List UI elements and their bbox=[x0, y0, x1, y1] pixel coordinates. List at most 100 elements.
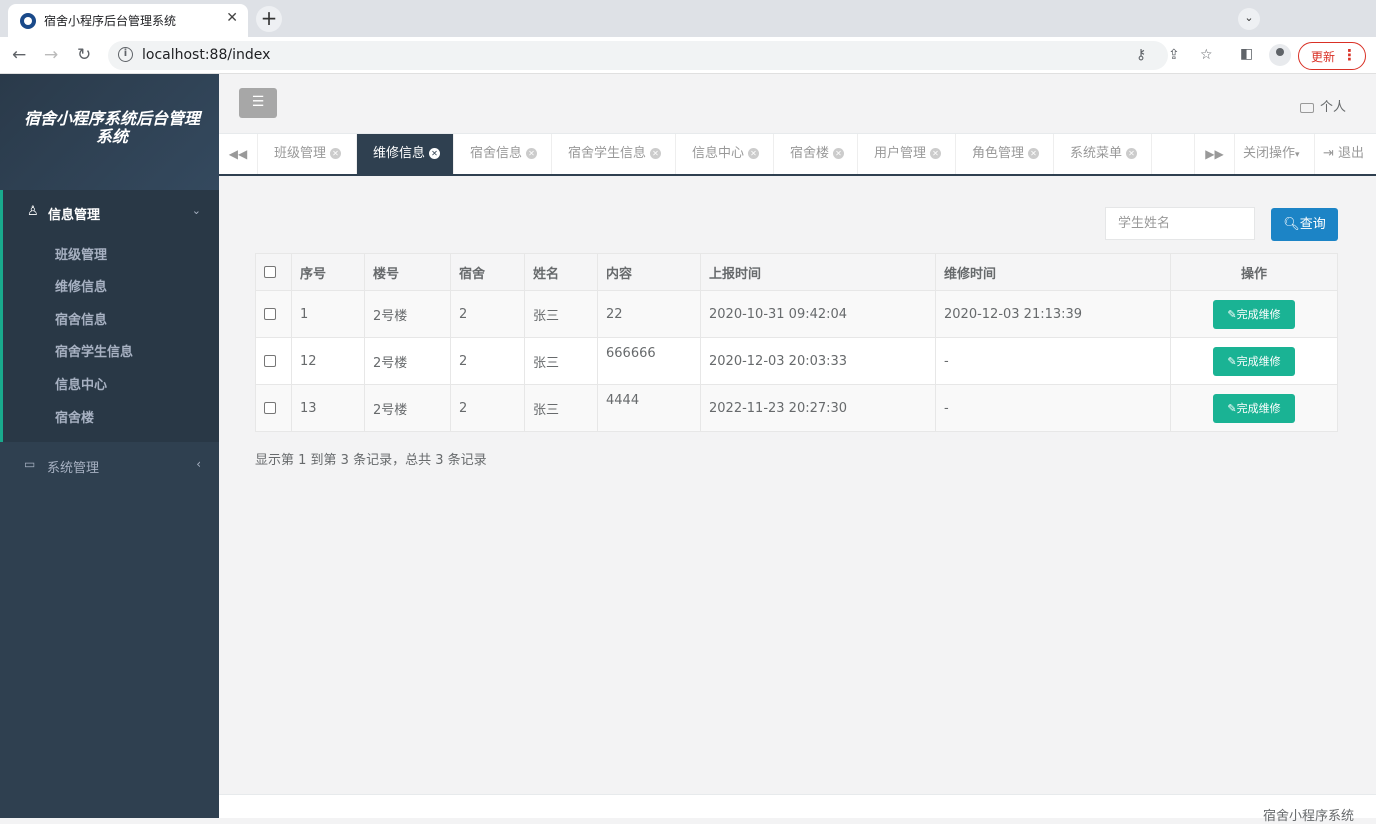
sidebar-item-repair[interactable]: 维修信息 bbox=[55, 276, 107, 295]
column-header[interactable]: 内容 bbox=[597, 253, 701, 291]
tabs-scroll-left-icon[interactable]: ◀◀ bbox=[219, 134, 258, 174]
cell-id: 12 bbox=[291, 337, 365, 385]
cell-building: 2号楼 bbox=[364, 384, 451, 432]
tab-close-icon[interactable]: ✕ bbox=[650, 148, 662, 159]
sidebar-group-system[interactable]: ▭ 系统管理 ‹ bbox=[0, 451, 219, 483]
side-panel-icon[interactable]: ◧ bbox=[1240, 46, 1253, 62]
key-icon[interactable]: ⚷ bbox=[1136, 47, 1146, 63]
profile-avatar[interactable] bbox=[1269, 44, 1291, 66]
cell-building: 2号楼 bbox=[364, 290, 451, 338]
personal-link[interactable]: 个人 bbox=[1299, 96, 1346, 115]
sidebar-item-dorm[interactable]: 宿舍信息 bbox=[55, 309, 107, 328]
share-icon[interactable]: ⇪ bbox=[1168, 47, 1180, 63]
bookmark-star-icon[interactable]: ☆ bbox=[1200, 47, 1213, 63]
cell-report-time: 2022-11-23 20:27:30 bbox=[700, 384, 936, 432]
tabs-scroll-right-icon[interactable]: ▶▶ bbox=[1194, 134, 1234, 174]
tab-close-icon[interactable]: ✕ bbox=[1028, 148, 1040, 159]
tab-dorm[interactable]: 宿舍信息 ✕ bbox=[454, 134, 552, 174]
complete-repair-button[interactable]: ✎完成维修 bbox=[1213, 346, 1295, 376]
brand-title: 宿舍小程序系统后台管理系统 bbox=[23, 109, 200, 146]
tab-search-chevron-icon[interactable]: ⌄ bbox=[1238, 8, 1260, 30]
search-button[interactable]: 🔍︎查询 bbox=[1271, 208, 1338, 241]
personal-label: 个人 bbox=[1319, 100, 1346, 115]
select-all-checkbox[interactable] bbox=[264, 266, 276, 278]
browser-toolbar: ← → ↻ i localhost:88/index ⚷ ⇪ ☆ ◧ 更新 ⋮ bbox=[0, 37, 1376, 74]
tab-close-icon[interactable]: ✕ bbox=[833, 148, 845, 159]
repair-table: 序号 楼号 宿舍 姓名 内容 上报时间 维修时间 操作 1 2号楼 2 张三 2… bbox=[255, 253, 1338, 432]
page-tabs-bar: ◀◀ 班级管理 ✕ 维修信息 ✕ 宿舍信息 ✕ 宿舍学生信息 ✕ 信息中心 ✕ 宿舍楼 ✕ … bbox=[219, 134, 1376, 176]
cell-content: 666666 bbox=[597, 337, 701, 385]
user-icon: ♙ bbox=[27, 204, 39, 219]
tab-close-icon[interactable]: ✕ bbox=[930, 148, 942, 159]
tab-close-icon[interactable]: ✕ bbox=[429, 148, 441, 159]
sidebar: 宿舍小程序系统后台管理系统 ♙ 信息管理 ⌄ 班级管理 维修信息 宿舍信息 宿舍… bbox=[0, 74, 219, 818]
reload-icon[interactable]: ↻ bbox=[77, 45, 91, 65]
edit-icon: ✎ bbox=[1227, 307, 1237, 321]
cell-report-time: 2020-12-03 20:03:33 bbox=[700, 337, 936, 385]
table-header-row: 序号 楼号 宿舍 姓名 内容 上报时间 维修时间 操作 bbox=[255, 253, 1338, 291]
forward-arrow-icon[interactable]: → bbox=[44, 45, 58, 65]
row-checkbox[interactable] bbox=[264, 402, 276, 414]
sidebar-group-system-label: 系统管理 bbox=[47, 461, 100, 476]
monitor-icon: ▭ bbox=[24, 457, 36, 471]
cell-content: 4444 bbox=[597, 384, 701, 432]
site-favicon-icon bbox=[20, 13, 36, 29]
chevron-down-icon: ⌄ bbox=[191, 204, 201, 217]
main-header: ☰ 个人 bbox=[219, 74, 1376, 134]
address-bar[interactable]: i localhost:88/index ⚷ ⇪ ☆ bbox=[108, 41, 1213, 70]
column-header[interactable]: 姓名 bbox=[524, 253, 598, 291]
table-row: 1 2号楼 2 张三 22 2020-10-31 09:42:04 2020-1… bbox=[255, 290, 1338, 338]
close-icon[interactable]: ✕ bbox=[226, 10, 238, 26]
cell-id: 1 bbox=[291, 290, 365, 338]
tab-building[interactable]: 宿舍楼 ✕ bbox=[774, 134, 858, 174]
close-operations-dropdown[interactable]: 关闭操作▾ bbox=[1234, 134, 1314, 174]
browser-tab[interactable]: 宿舍小程序后台管理系统 ✕ bbox=[8, 4, 248, 37]
column-header[interactable]: 上报时间 bbox=[700, 253, 936, 291]
tab-close-icon[interactable]: ✕ bbox=[330, 148, 342, 159]
select-all-cell bbox=[255, 253, 292, 291]
search-icon: 🔍︎ bbox=[1283, 217, 1300, 232]
brand-header: 宿舍小程序系统后台管理系统 bbox=[0, 74, 219, 190]
column-header: 操作 bbox=[1170, 253, 1338, 291]
column-header[interactable]: 楼号 bbox=[364, 253, 451, 291]
sidebar-group-info-header[interactable]: ♙ 信息管理 ⌄ bbox=[3, 190, 219, 234]
complete-repair-button[interactable]: ✎完成维修 bbox=[1213, 393, 1295, 423]
back-arrow-icon[interactable]: ← bbox=[12, 45, 26, 65]
edit-icon: ✎ bbox=[1227, 354, 1237, 368]
sidebar-item-building[interactable]: 宿舍楼 bbox=[55, 407, 94, 426]
new-tab-button[interactable]: + bbox=[256, 6, 282, 32]
column-header[interactable]: 宿舍 bbox=[450, 253, 525, 291]
tab-close-icon[interactable]: ✕ bbox=[1126, 148, 1138, 159]
edit-icon: ✎ bbox=[1227, 401, 1237, 415]
menu-toggle-button[interactable]: ☰ bbox=[239, 88, 277, 118]
logout-button[interactable]: ⇥ 退出 bbox=[1314, 134, 1376, 174]
row-checkbox[interactable] bbox=[264, 355, 276, 367]
student-name-search-input[interactable]: 学生姓名 bbox=[1105, 207, 1255, 240]
id-card-icon bbox=[1299, 102, 1314, 113]
url-text: localhost:88/index bbox=[142, 47, 271, 63]
tab-close-icon[interactable]: ✕ bbox=[526, 148, 538, 159]
complete-repair-button[interactable]: ✎完成维修 bbox=[1213, 299, 1295, 329]
cell-dorm: 2 bbox=[450, 384, 525, 432]
caret-down-icon: ▾ bbox=[1295, 150, 1300, 160]
sidebar-item-dorm-student[interactable]: 宿舍学生信息 bbox=[55, 341, 133, 360]
tab-class[interactable]: 班级管理 ✕ bbox=[258, 134, 357, 174]
tab-repair[interactable]: 维修信息 ✕ bbox=[357, 134, 454, 174]
table-row: 12 2号楼 2 张三 666666 2020-12-03 20:03:33 -… bbox=[255, 337, 1338, 385]
column-header[interactable]: 序号 bbox=[291, 253, 365, 291]
info-icon[interactable]: i bbox=[118, 47, 133, 62]
row-checkbox[interactable] bbox=[264, 308, 276, 320]
tab-info-center[interactable]: 信息中心 ✕ bbox=[676, 134, 774, 174]
tab-role[interactable]: 角色管理 ✕ bbox=[956, 134, 1054, 174]
sidebar-group-info-label: 信息管理 bbox=[48, 208, 101, 223]
update-button[interactable]: 更新 ⋮ bbox=[1298, 42, 1366, 70]
column-header[interactable]: 维修时间 bbox=[935, 253, 1171, 291]
sidebar-item-class[interactable]: 班级管理 bbox=[55, 244, 107, 263]
pagination-info: 显示第 1 到第 3 条记录，总共 3 条记录 bbox=[255, 453, 487, 468]
sidebar-item-info-center[interactable]: 信息中心 bbox=[55, 374, 107, 393]
tab-dorm-student[interactable]: 宿舍学生信息 ✕ bbox=[552, 134, 676, 174]
tab-close-icon[interactable]: ✕ bbox=[748, 148, 760, 159]
cell-name: 张三 bbox=[524, 290, 598, 338]
tab-system-menu[interactable]: 系统菜单 ✕ bbox=[1054, 134, 1152, 174]
tab-user[interactable]: 用户管理 ✕ bbox=[858, 134, 956, 174]
